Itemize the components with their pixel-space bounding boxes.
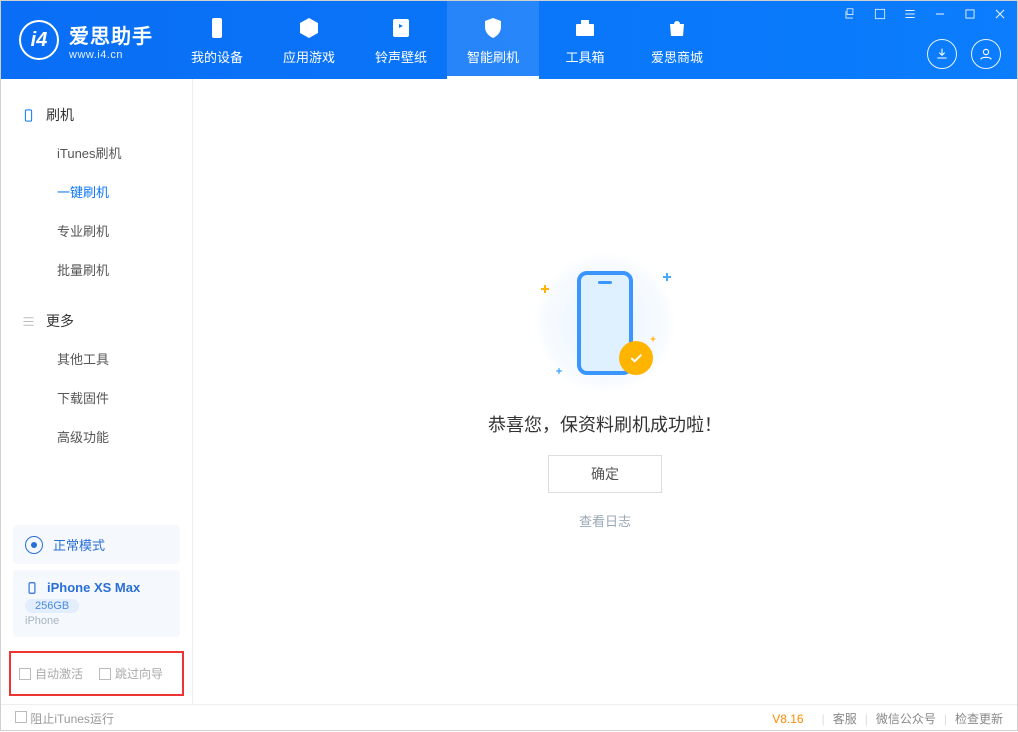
app-logo-icon: i4 [19,20,59,60]
title-bar: i4 爱思助手 www.i4.cn 我的设备 应用游戏 铃声壁纸 智能刷机 工具… [1,1,1017,79]
main-content: 恭喜您，保资料刷机成功啦！ 确定 查看日志 [193,79,1017,704]
menu-icon[interactable] [899,5,921,23]
sidebar-group-label: 更多 [46,311,74,331]
nav-apps-games[interactable]: 应用游戏 [263,1,355,79]
link-check-update[interactable]: 检查更新 [955,710,1003,727]
nav-store[interactable]: 爱思商城 [631,1,723,79]
nav-label: 铃声壁纸 [375,47,427,66]
highlighted-options-box: 自动激活 跳过向导 [9,651,184,696]
sidebar-list-more: 其他工具 下载固件 高级功能 [1,339,192,456]
nav-label: 我的设备 [191,47,243,66]
feedback-icon[interactable] [839,5,861,23]
device-type: iPhone [25,615,168,627]
close-button[interactable] [989,5,1011,23]
nav-my-device[interactable]: 我的设备 [171,1,263,79]
download-icon[interactable] [927,39,957,69]
nav-ringtone-wallpaper[interactable]: 铃声壁纸 [355,1,447,79]
sidebar: 刷机 iTunes刷机 一键刷机 专业刷机 批量刷机 更多 其他工具 下载固件 … [1,79,193,704]
device-storage: 256GB [25,599,79,613]
view-log-link[interactable]: 查看日志 [579,511,631,530]
ok-button[interactable]: 确定 [548,455,662,493]
checkbox-label: 自动激活 [35,665,83,682]
device-icon [204,15,230,41]
maximize-button[interactable] [959,5,981,23]
toolbox-icon [572,15,598,41]
nav-smart-flash[interactable]: 智能刷机 [447,1,539,79]
logo-text: 爱思助手 www.i4.cn [69,20,153,61]
phone-icon [25,581,39,595]
link-wechat[interactable]: 微信公众号 [876,710,936,727]
device-info-card[interactable]: iPhone XS Max 256GB iPhone [13,570,180,637]
sidebar-item-pro-flash[interactable]: 专业刷机 [1,211,192,250]
cube-icon [296,15,322,41]
checkbox-block-itunes[interactable]: 阻止iTunes运行 [15,710,114,727]
sidebar-group-more: 更多 [1,303,192,339]
minimize-button[interactable] [929,5,951,23]
logo-area: i4 爱思助手 www.i4.cn [1,1,171,79]
list-icon [21,314,36,329]
nav-label: 爱思商城 [651,47,703,66]
brand-name: 爱思助手 [69,20,153,49]
device-mode-label: 正常模式 [53,535,105,554]
sidebar-group-flash: 刷机 [1,97,192,133]
phone-icon [21,108,36,123]
checkbox-icon [15,711,27,723]
checkbox-auto-activate[interactable]: 自动激活 [19,665,83,682]
sidebar-group-label: 刷机 [46,105,74,125]
checkbox-icon [99,668,111,680]
checkbox-label: 跳过向导 [115,665,163,682]
checkbox-skip-wizard[interactable]: 跳过向导 [99,665,163,682]
top-right-actions [927,39,1001,69]
window-controls [839,5,1011,23]
top-nav: 我的设备 应用游戏 铃声壁纸 智能刷机 工具箱 爱思商城 [171,1,723,79]
sidebar-item-batch-flash[interactable]: 批量刷机 [1,250,192,289]
user-icon[interactable] [971,39,1001,69]
device-mode-card[interactable]: 正常模式 [13,525,180,564]
music-icon [388,15,414,41]
success-illustration [535,253,675,393]
sidebar-item-oneclick-flash[interactable]: 一键刷机 [1,172,192,211]
checkbox-label: 阻止iTunes运行 [30,712,114,726]
link-customer-service[interactable]: 客服 [833,710,857,727]
brand-url: www.i4.cn [69,49,153,61]
bag-icon [664,15,690,41]
success-message: 恭喜您，保资料刷机成功啦！ [488,411,722,437]
device-name: iPhone XS Max [47,580,140,595]
checkbox-icon [19,668,31,680]
sidebar-item-download-firmware[interactable]: 下载固件 [1,378,192,417]
shield-icon [480,15,506,41]
sidebar-item-itunes-flash[interactable]: iTunes刷机 [1,133,192,172]
sidebar-list-flash: iTunes刷机 一键刷机 专业刷机 批量刷机 [1,133,192,289]
sidebar-item-other-tools[interactable]: 其他工具 [1,339,192,378]
version-label: V8.16 [772,712,803,726]
skin-icon[interactable] [869,5,891,23]
mode-indicator-icon [25,536,43,554]
nav-toolbox[interactable]: 工具箱 [539,1,631,79]
sidebar-item-advanced[interactable]: 高级功能 [1,417,192,456]
success-check-icon [619,341,653,375]
nav-label: 工具箱 [565,47,604,66]
status-bar: 阻止iTunes运行 V8.16 | 客服 | 微信公众号 | 检查更新 [1,704,1017,732]
nav-label: 智能刷机 [467,47,519,66]
nav-label: 应用游戏 [283,47,335,66]
